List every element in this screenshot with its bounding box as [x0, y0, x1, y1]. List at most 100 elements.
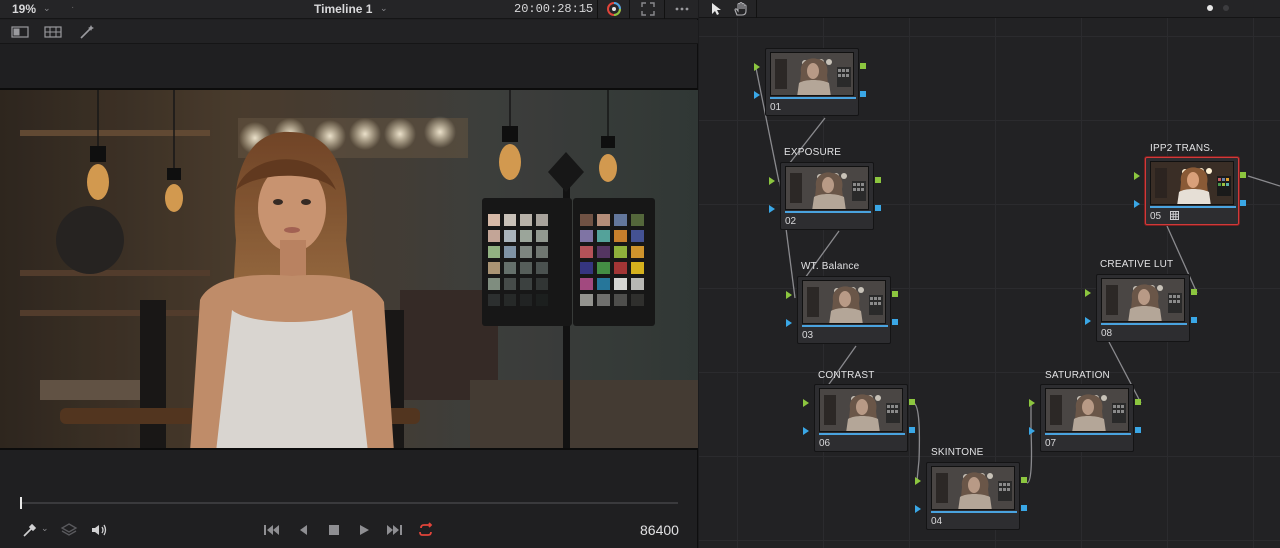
- node-thumbnail: [931, 466, 1015, 510]
- chevron-down-icon[interactable]: ⌄: [380, 3, 388, 14]
- node-input[interactable]: [1085, 289, 1091, 297]
- node-output[interactable]: [1021, 477, 1027, 483]
- node-key-output[interactable]: [909, 427, 915, 433]
- transport-controls: ⌄ 86400: [0, 516, 698, 544]
- node-output[interactable]: [860, 63, 866, 69]
- node-label: IPP2 TRANS.: [1150, 143, 1214, 154]
- play-icon[interactable]: [354, 520, 374, 540]
- node-key-output[interactable]: [875, 205, 881, 211]
- node-number: 07: [1045, 438, 1057, 449]
- node-number: 02: [785, 216, 797, 227]
- node-input[interactable]: [1134, 172, 1140, 180]
- node-08[interactable]: 08: [1085, 274, 1197, 342]
- node-key-input[interactable]: [1085, 317, 1091, 325]
- node-key-input[interactable]: [1134, 200, 1140, 208]
- node-key-input[interactable]: [769, 205, 775, 213]
- speaker-icon[interactable]: [89, 520, 109, 540]
- node-editor[interactable]: 01 EXPOSURE 02 WT. Balance 03 CONTRAST 0…: [699, 0, 1280, 548]
- divider: [629, 0, 630, 19]
- node-output[interactable]: [1135, 399, 1141, 405]
- node-thumbnail: [1150, 161, 1234, 205]
- node-input[interactable]: [769, 177, 775, 185]
- node-thumbnail: [1045, 388, 1129, 432]
- node-key-output[interactable]: [1135, 427, 1141, 433]
- node-key-input[interactable]: [915, 505, 921, 513]
- lut-grid-icon: [1170, 211, 1179, 220]
- node-input[interactable]: [754, 63, 760, 71]
- viewer-panel: 19% ⌄ · Timeline 1 ⌄ 20:00:28:15 ⌄ ⌄ 864…: [0, 0, 698, 548]
- timeline-title[interactable]: Timeline 1: [314, 2, 372, 16]
- viewer-toolbar: [0, 20, 698, 44]
- node-02[interactable]: 02: [769, 162, 881, 230]
- eyedropper-icon[interactable]: [20, 520, 40, 540]
- node-07[interactable]: 07: [1029, 384, 1141, 452]
- node-input[interactable]: [786, 291, 792, 299]
- magic-wand-icon[interactable]: [78, 24, 96, 40]
- expand-icon[interactable]: [640, 1, 656, 17]
- color-wheel-icon[interactable]: [606, 1, 622, 17]
- node-output[interactable]: [909, 399, 915, 405]
- node-label: CONTRAST: [818, 370, 875, 381]
- grid-view-icon[interactable]: [44, 24, 62, 40]
- playhead[interactable]: [20, 497, 22, 509]
- node-number: 03: [802, 330, 814, 341]
- node-key-output[interactable]: [892, 319, 898, 325]
- node-label: CREATIVE LUT: [1100, 259, 1174, 270]
- node-key-output[interactable]: [1191, 317, 1197, 323]
- node-output[interactable]: [1191, 289, 1197, 295]
- node-progress-bar: [1101, 323, 1187, 325]
- node-key-input[interactable]: [754, 91, 760, 99]
- node-input[interactable]: [915, 477, 921, 485]
- node-05[interactable]: 05: [1134, 157, 1246, 225]
- chevron-down-icon[interactable]: ⌄: [43, 3, 51, 14]
- node-thumbnail: [819, 388, 903, 432]
- divider: [664, 0, 665, 19]
- node-input[interactable]: [803, 399, 809, 407]
- node-01[interactable]: 01: [754, 48, 866, 116]
- node-key-input[interactable]: [786, 319, 792, 327]
- step-back-icon[interactable]: [293, 520, 313, 540]
- node-thumbnail: [785, 166, 869, 210]
- node-key-output[interactable]: [1240, 200, 1246, 206]
- node-03[interactable]: 03: [786, 276, 898, 344]
- node-label: EXPOSURE: [784, 147, 842, 158]
- node-thumbnail: [1101, 278, 1185, 322]
- chevron-down-icon[interactable]: ⌄: [582, 3, 590, 14]
- node-progress-bar: [785, 211, 871, 213]
- scrubber-bar[interactable]: [20, 497, 678, 509]
- node-key-input[interactable]: [1029, 427, 1035, 435]
- frame-counter: 86400: [640, 522, 679, 538]
- node-label: SKINTONE: [931, 447, 984, 458]
- zoom-level[interactable]: 19%: [12, 2, 36, 16]
- node-number: 08: [1101, 328, 1113, 339]
- chevron-down-icon[interactable]: ⌄: [41, 523, 49, 534]
- node-thumbnail: [770, 52, 854, 96]
- video-frame[interactable]: [0, 88, 698, 450]
- node-06[interactable]: 06: [803, 384, 915, 452]
- viewer-header: 19% ⌄ · Timeline 1 ⌄ 20:00:28:15 ⌄: [0, 0, 698, 19]
- node-progress-bar: [802, 325, 888, 327]
- more-icon[interactable]: [674, 1, 690, 17]
- node-04[interactable]: 04: [915, 462, 1027, 530]
- split-view-icon[interactable]: [11, 24, 29, 40]
- layers-icon[interactable]: [59, 520, 79, 540]
- skip-forward-icon[interactable]: [385, 520, 405, 540]
- node-number: 01: [770, 102, 782, 113]
- node-output[interactable]: [892, 291, 898, 297]
- node-key-input[interactable]: [803, 427, 809, 435]
- node-key-output[interactable]: [1021, 505, 1027, 511]
- node-number: 04: [931, 516, 943, 527]
- node-input[interactable]: [1029, 399, 1035, 407]
- node-label: WT. Balance: [801, 261, 860, 272]
- node-output[interactable]: [875, 177, 881, 183]
- node-key-output[interactable]: [860, 91, 866, 97]
- node-progress-bar: [770, 97, 856, 99]
- skip-back-icon[interactable]: [261, 520, 281, 540]
- node-number: 06: [819, 438, 831, 449]
- node-output[interactable]: [1240, 172, 1246, 178]
- stop-icon[interactable]: [324, 520, 344, 540]
- node-thumbnail: [802, 280, 886, 324]
- divider: [597, 0, 598, 19]
- node-progress-bar: [819, 433, 905, 435]
- loop-icon[interactable]: [416, 520, 436, 540]
